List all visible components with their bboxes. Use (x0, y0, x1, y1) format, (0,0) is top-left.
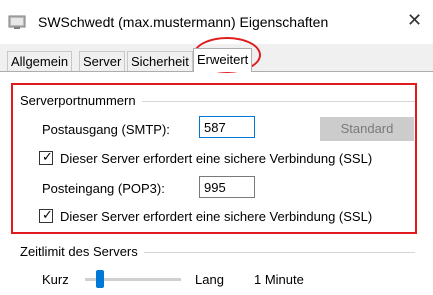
tab-erweitert[interactable]: Erweitert (193, 48, 253, 72)
tab-bar: Allgemein Server Sicherheit Erweitert (0, 48, 433, 72)
close-icon[interactable]: ✕ (407, 10, 422, 31)
timeout-slider-thumb[interactable] (96, 270, 104, 288)
tab-server[interactable]: Server (79, 51, 126, 71)
timeout-long-label: Lang (195, 272, 224, 287)
tab-allgemein[interactable]: Allgemein (7, 51, 73, 71)
window-title: SWSchwedt (max.mustermann) Eigenschaften (38, 14, 329, 30)
timeout-value: 1 Minute (254, 272, 304, 287)
timeout-short-label: Kurz (42, 272, 69, 287)
annotation-box (11, 83, 417, 234)
tab-sicherheit[interactable]: Sicherheit (127, 51, 193, 71)
timeout-group-label: Zeitlimit des Servers (20, 244, 144, 259)
mail-server-icon (8, 15, 26, 29)
